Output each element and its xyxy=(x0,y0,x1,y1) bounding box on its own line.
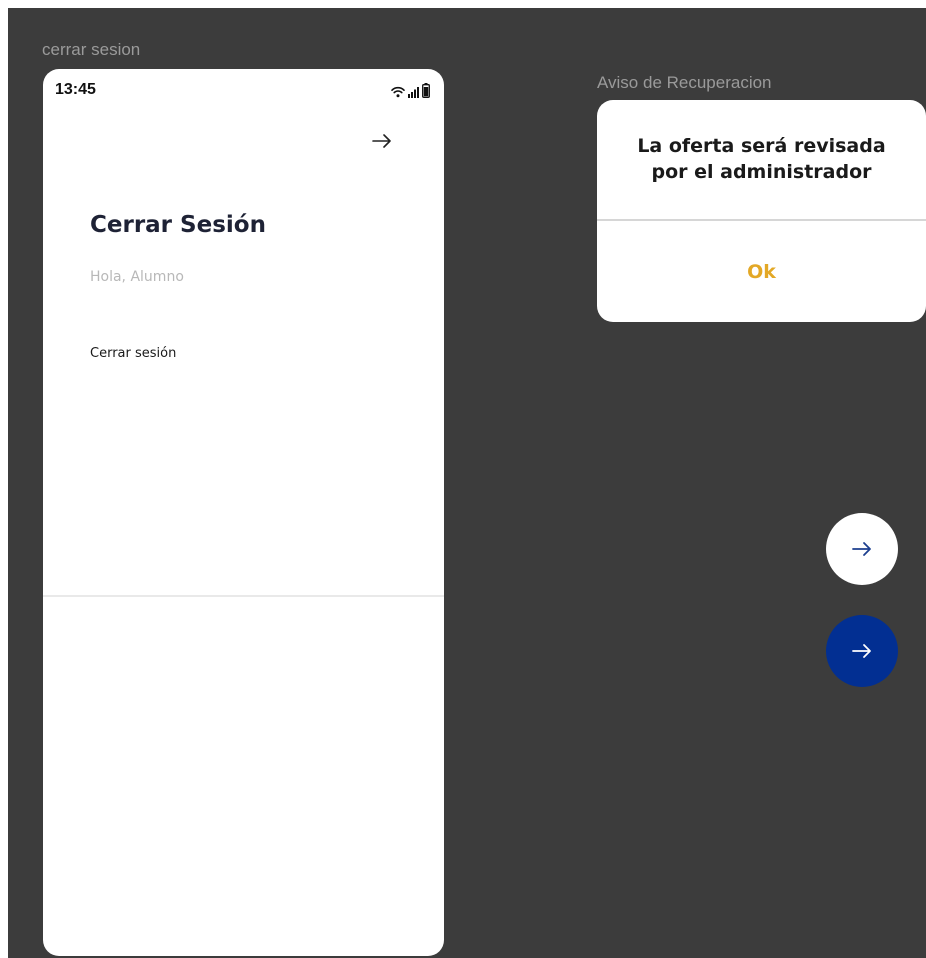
logout-button[interactable]: Cerrar sesión xyxy=(90,346,176,361)
phone-frame-logout: 13:45 Cerrar Sesión Hola, Alumno Cerrar … xyxy=(43,69,444,956)
design-canvas: cerrar sesion Aviso de Recuperacion 13:4… xyxy=(8,8,926,958)
greeting-text: Hola, Alumno xyxy=(90,269,184,285)
status-icons xyxy=(391,82,430,98)
signal-icon xyxy=(408,87,419,98)
battery-icon xyxy=(422,83,430,98)
frame-divider xyxy=(43,595,444,597)
frame-label-cerrar-sesion: cerrar sesion xyxy=(42,40,141,59)
arrow-right-icon xyxy=(852,644,871,658)
arrow-right-icon xyxy=(852,542,871,556)
dialog-message-line-2: por el administrador xyxy=(651,161,872,183)
ok-button[interactable]: Ok xyxy=(597,221,926,322)
frame-label-aviso-recuperacion: Aviso de Recuperacion xyxy=(597,73,772,92)
page-title: Cerrar Sesión xyxy=(90,212,266,238)
wifi-icon xyxy=(391,86,405,98)
dialog-message-line-1: La oferta será revisada xyxy=(637,135,886,157)
next-button-white[interactable] xyxy=(826,513,898,585)
alert-dialog: La oferta será revisada por el administr… xyxy=(597,100,926,322)
status-time: 13:45 xyxy=(55,81,96,98)
next-button-blue[interactable] xyxy=(826,615,898,687)
dialog-message: La oferta será revisada por el administr… xyxy=(597,133,926,185)
arrow-right-icon[interactable] xyxy=(370,130,394,152)
